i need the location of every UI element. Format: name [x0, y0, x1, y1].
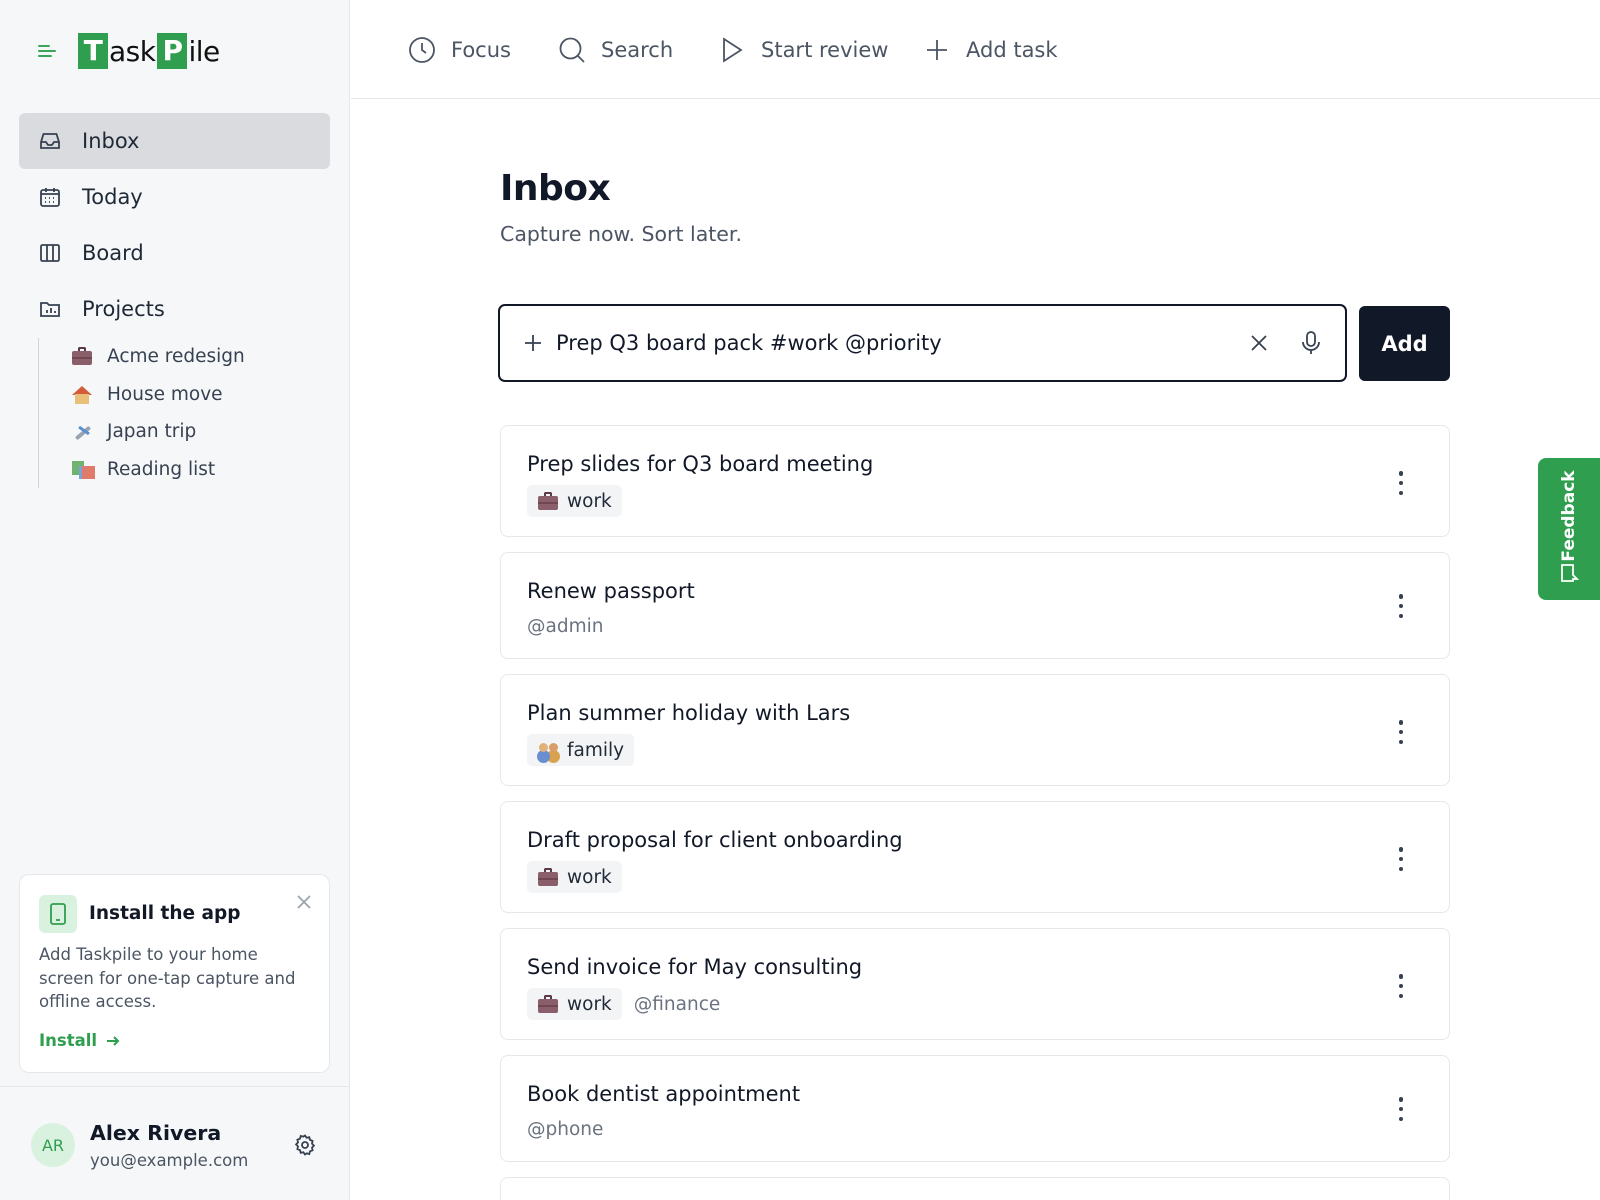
tag-work[interactable]: work: [527, 861, 622, 893]
briefcase-icon: [537, 868, 559, 886]
page-title: Inbox: [500, 168, 611, 209]
arrow-right-icon: [107, 1035, 120, 1046]
search-icon: [559, 37, 585, 63]
install-link[interactable]: Install: [39, 1031, 121, 1050]
more-options-icon[interactable]: [1397, 471, 1405, 495]
more-options-icon[interactable]: [1397, 1097, 1405, 1121]
capture-input[interactable]: [556, 324, 1206, 362]
more-options-icon[interactable]: [1397, 720, 1405, 744]
task-card[interactable]: Draft proposal for client onboarding wor…: [500, 801, 1450, 913]
board-columns-icon: [38, 241, 62, 265]
task-meta: @admin: [527, 616, 603, 637]
taskpile-logo[interactable]: Task Pile: [78, 33, 220, 69]
folder-icon: [38, 297, 62, 321]
task-title: Draft proposal for client onboarding: [527, 828, 903, 852]
sidebar-item-label: Today: [82, 185, 143, 209]
task-card[interactable]: Renew passport @admin: [500, 552, 1450, 659]
add-task-button[interactable]: Add task: [922, 32, 1058, 68]
user-email: you@example.com: [90, 1151, 249, 1170]
more-options-icon[interactable]: [1397, 847, 1405, 871]
family-icon: [537, 741, 559, 759]
inbox-icon: [38, 129, 62, 153]
task-title: Book dentist appointment: [527, 1082, 801, 1106]
tag-work[interactable]: work: [527, 485, 622, 517]
more-options-icon[interactable]: [1397, 974, 1405, 998]
task-card[interactable]: Plan summer holiday with Lars family: [500, 674, 1450, 786]
sidebar-item-board[interactable]: Board: [19, 225, 330, 281]
plus-icon: [522, 332, 544, 354]
task-meta: work: [527, 485, 634, 517]
top-toolbar: Focus Search Start review Add task: [351, 0, 1600, 99]
sidebar-item-label: Board: [82, 241, 144, 265]
sidebar: Task Pile Inbox Today Board Projects Acm…: [0, 0, 350, 1200]
message-icon: [1558, 562, 1580, 584]
task-meta: family: [527, 734, 646, 766]
clear-icon[interactable]: [1248, 332, 1270, 354]
add-button[interactable]: Add: [1359, 306, 1450, 381]
quick-capture-field: [498, 304, 1347, 382]
sidebar-item-projects[interactable]: Projects: [19, 281, 330, 337]
task-meta: @phone: [527, 1119, 603, 1140]
install-app-card: Install the app Add Taskpile to your hom…: [19, 874, 330, 1073]
plus-icon: [927, 40, 947, 60]
sidebar-item-label: Inbox: [82, 129, 140, 153]
clock-icon: [409, 37, 435, 63]
menu-icon[interactable]: [38, 42, 60, 60]
briefcase-icon: [71, 346, 93, 367]
page-subtitle: Capture now. Sort later.: [500, 222, 742, 246]
task-card[interactable]: Send invoice for May consulting work @fi…: [500, 928, 1450, 1040]
brand: Task Pile: [38, 32, 220, 70]
context-mention[interactable]: @finance: [634, 994, 721, 1015]
project-item-reading-list[interactable]: Reading list: [39, 451, 328, 489]
user-name: Alex Rivera: [90, 1121, 222, 1145]
gear-icon[interactable]: [293, 1133, 317, 1157]
install-card-description: Add Taskpile to your home screen for one…: [39, 945, 296, 1011]
focus-button[interactable]: Focus: [407, 32, 511, 68]
play-icon: [723, 37, 743, 63]
avatar[interactable]: AR: [31, 1123, 75, 1167]
feedback-label: Feedback: [1559, 470, 1579, 562]
close-icon[interactable]: [295, 893, 313, 911]
project-list: Acme redesign House move Japan trip Read…: [38, 338, 328, 488]
start-review-button[interactable]: Start review: [717, 32, 888, 68]
context-mention[interactable]: @admin: [527, 616, 603, 637]
airplane-icon: [71, 422, 93, 442]
more-options-icon[interactable]: [1397, 594, 1405, 618]
briefcase-icon: [537, 492, 559, 510]
phone-icon: [39, 895, 77, 933]
sidebar-item-inbox[interactable]: Inbox: [19, 113, 330, 169]
calendar-icon: [38, 185, 62, 209]
search-button[interactable]: Search: [557, 32, 673, 68]
house-icon: [71, 384, 93, 405]
task-card[interactable]: Book dentist appointment @phone: [500, 1055, 1450, 1162]
user-bar: AR Alex Rivera you@example.com: [0, 1086, 350, 1200]
task-meta: work: [527, 861, 634, 893]
context-mention[interactable]: @phone: [527, 1119, 603, 1140]
task-card[interactable]: Prep slides for Q3 board meeting work: [500, 425, 1450, 537]
install-card-title: Install the app: [89, 903, 241, 924]
task-title: Prep slides for Q3 board meeting: [527, 452, 874, 476]
task-meta: work @finance: [527, 988, 720, 1020]
project-item-acme-redesign[interactable]: Acme redesign: [39, 338, 328, 376]
task-title: Send invoice for May consulting: [527, 955, 863, 979]
task-title: Plan summer holiday with Lars: [527, 701, 851, 725]
project-item-japan-trip[interactable]: Japan trip: [39, 413, 328, 451]
sidebar-item-label: Projects: [82, 297, 165, 321]
microphone-icon[interactable]: [1299, 330, 1323, 356]
tag-family[interactable]: family: [527, 734, 635, 766]
project-item-house-move[interactable]: House move: [39, 376, 328, 414]
task-title: Renew passport: [527, 579, 695, 603]
sidebar-item-today[interactable]: Today: [19, 169, 330, 225]
sidebar-nav: Inbox Today Board Projects: [19, 113, 330, 337]
briefcase-icon: [537, 995, 559, 1013]
tag-work[interactable]: work: [527, 988, 622, 1020]
books-icon: [71, 459, 95, 480]
feedback-tab[interactable]: Feedback: [1538, 458, 1600, 600]
task-card[interactable]: [500, 1177, 1450, 1200]
